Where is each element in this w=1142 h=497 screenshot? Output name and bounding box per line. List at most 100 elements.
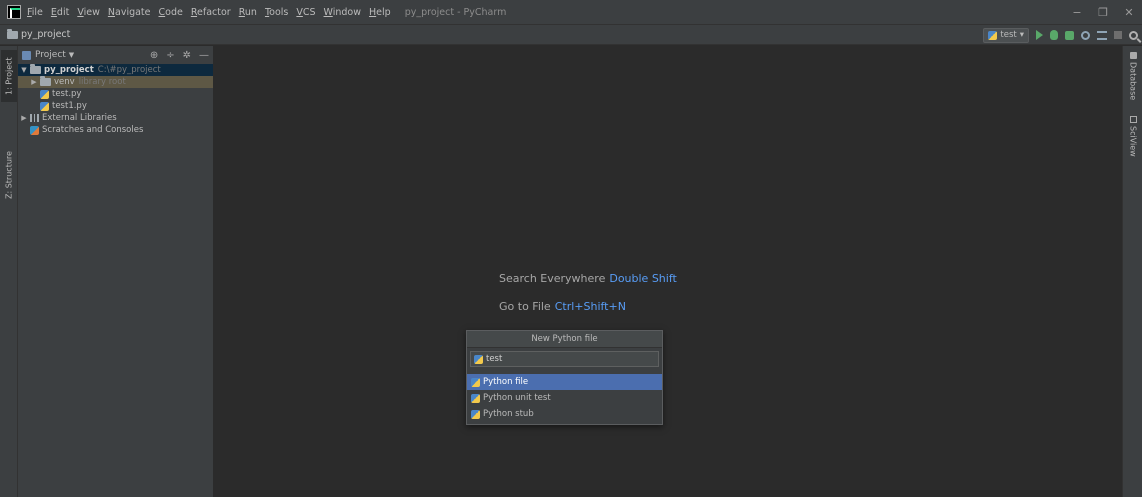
project-icon <box>22 50 31 60</box>
database-tab-label: Database <box>1128 62 1138 101</box>
menu-run[interactable]: Run <box>239 7 257 18</box>
hint-shortcut: Double Shift <box>609 272 677 285</box>
build-icon[interactable] <box>1097 30 1107 40</box>
file-type-python-stub[interactable]: Python stub <box>467 406 662 422</box>
project-panel: Project ▼ ⊕ ÷ ✲ — ▼ py_project C:\#py_pr… <box>18 46 214 497</box>
tree-item-note: library root <box>78 77 126 87</box>
locate-icon[interactable]: ⊕ <box>150 50 158 61</box>
sciview-icon <box>1129 116 1137 123</box>
menu-bar: File Edit View Navigate Code Refactor Ru… <box>0 0 1142 25</box>
coverage-icon[interactable] <box>1065 30 1074 40</box>
tree-item-py-project[interactable]: ▼ py_project C:\#py_project <box>18 64 213 76</box>
expand-arrow-icon[interactable]: ▼ <box>20 66 28 74</box>
menu-view[interactable]: View <box>77 7 100 18</box>
file-type-list: Python file Python unit test Python stub <box>467 374 662 422</box>
tree-item-test1-py[interactable]: test1.py <box>18 100 213 112</box>
menu-help[interactable]: Help <box>369 7 391 18</box>
menu-navigate[interactable]: Navigate <box>108 7 151 18</box>
navigation-bar: py_project test ▾ <box>0 25 1142 45</box>
python-file-icon <box>474 354 483 364</box>
python-icon <box>988 30 998 40</box>
tree-item-scratches[interactable]: Scratches and Consoles <box>18 124 213 136</box>
hint-go-to-file: Go to File Ctrl+Shift+N <box>499 300 626 313</box>
collapse-arrow-icon[interactable]: ▶ <box>30 78 38 86</box>
project-view-selector[interactable]: Project <box>35 50 66 60</box>
tree-item-venv[interactable]: ▶ venv library root <box>18 76 213 88</box>
hint-shortcut: Ctrl+Shift+N <box>554 300 626 313</box>
pycharm-window: File Edit View Navigate Code Refactor Ru… <box>0 0 1142 497</box>
window-controls: − ❐ ✕ <box>1064 0 1142 25</box>
collapse-all-icon[interactable]: ÷ <box>166 50 174 61</box>
tree-item-external-libraries[interactable]: ▶ External Libraries <box>18 112 213 124</box>
hint-search-everywhere: Search Everywhere Double Shift <box>499 272 677 285</box>
python-file-icon <box>471 377 480 387</box>
collapse-arrow-icon[interactable]: ▶ <box>20 114 28 122</box>
breadcrumb[interactable]: py_project <box>7 28 70 40</box>
hint-label: Search Everywhere <box>499 272 606 285</box>
run-config-label: test <box>1000 30 1017 40</box>
new-python-file-dialog: New Python file Python file Python unit … <box>466 330 663 425</box>
debug-icon[interactable] <box>1050 30 1058 40</box>
file-type-python-file[interactable]: Python file <box>467 374 662 390</box>
python-file-icon <box>40 101 49 111</box>
menu-edit[interactable]: Edit <box>51 7 69 18</box>
hint-label: Go to File <box>499 300 551 313</box>
folder-icon <box>40 76 51 86</box>
sciview-tab-label: SciView <box>1128 126 1138 157</box>
gear-icon[interactable]: ✲ <box>183 50 191 61</box>
pycharm-logo-icon <box>7 5 21 19</box>
close-button[interactable]: ✕ <box>1116 6 1142 19</box>
menu-tools[interactable]: Tools <box>265 7 288 18</box>
run-toolbar: test ▾ <box>983 25 1138 45</box>
file-type-python-unit-test[interactable]: Python unit test <box>467 390 662 406</box>
folder-icon <box>7 28 18 39</box>
breadcrumb-project[interactable]: py_project <box>21 29 70 40</box>
editor-area[interactable]: Search Everywhere Double Shift Go to File… <box>215 46 1122 497</box>
tree-item-label: test.py <box>52 89 82 99</box>
run-configuration-select[interactable]: test ▾ <box>983 27 1029 43</box>
file-name-field[interactable] <box>470 351 659 367</box>
minimize-button[interactable]: − <box>1064 6 1090 19</box>
project-panel-tools: ⊕ ÷ ✲ — <box>150 46 209 64</box>
tree-item-label: test1.py <box>52 101 87 111</box>
folder-icon <box>30 64 41 74</box>
left-tool-strip: 1: Project Z: Structure <box>0 46 18 497</box>
tree-item-label: External Libraries <box>42 113 117 123</box>
tree-item-label: venv <box>54 77 75 87</box>
menu-refactor[interactable]: Refactor <box>191 7 231 18</box>
libraries-icon <box>30 114 39 122</box>
menu-file[interactable]: File <box>27 7 43 18</box>
python-file-icon <box>471 409 480 419</box>
menu-window[interactable]: Window <box>324 7 361 18</box>
python-file-icon <box>471 393 480 403</box>
stop-icon[interactable] <box>1114 31 1122 39</box>
tree-item-test-py[interactable]: test.py <box>18 88 213 100</box>
run-icon[interactable] <box>1036 30 1043 40</box>
hide-icon[interactable]: — <box>199 50 209 61</box>
project-panel-header: Project ▼ ⊕ ÷ ✲ — <box>18 46 213 64</box>
file-name-input[interactable] <box>486 352 658 366</box>
tree-item-label: Scratches and Consoles <box>42 125 144 135</box>
right-tool-strip: Database SciView <box>1122 46 1142 497</box>
restore-button[interactable]: ❐ <box>1090 6 1116 19</box>
tree-item-label: py_project <box>44 65 94 75</box>
database-icon <box>1129 52 1137 59</box>
project-tool-tab[interactable]: 1: Project <box>1 50 17 102</box>
structure-tool-tab[interactable]: Z: Structure <box>1 144 17 206</box>
database-tool-tab[interactable]: Database <box>1125 52 1141 112</box>
tree-item-path: C:\#py_project <box>97 65 161 75</box>
search-icon[interactable] <box>1129 30 1138 40</box>
scratches-icon <box>30 125 39 135</box>
chevron-down-icon[interactable]: ▼ <box>69 51 74 59</box>
menu-code[interactable]: Code <box>159 7 183 18</box>
sciview-tool-tab[interactable]: SciView <box>1125 116 1141 158</box>
window-title: py_project - PyCharm <box>404 6 507 18</box>
python-file-icon <box>40 89 49 99</box>
file-type-label: Python file <box>483 377 529 387</box>
menu-vcs[interactable]: VCS <box>296 7 315 18</box>
file-type-label: Python unit test <box>483 393 551 403</box>
dialog-title: New Python file <box>467 331 662 348</box>
file-type-label: Python stub <box>483 409 534 419</box>
chevron-down-icon: ▾ <box>1019 30 1024 40</box>
profile-icon[interactable] <box>1081 30 1090 40</box>
